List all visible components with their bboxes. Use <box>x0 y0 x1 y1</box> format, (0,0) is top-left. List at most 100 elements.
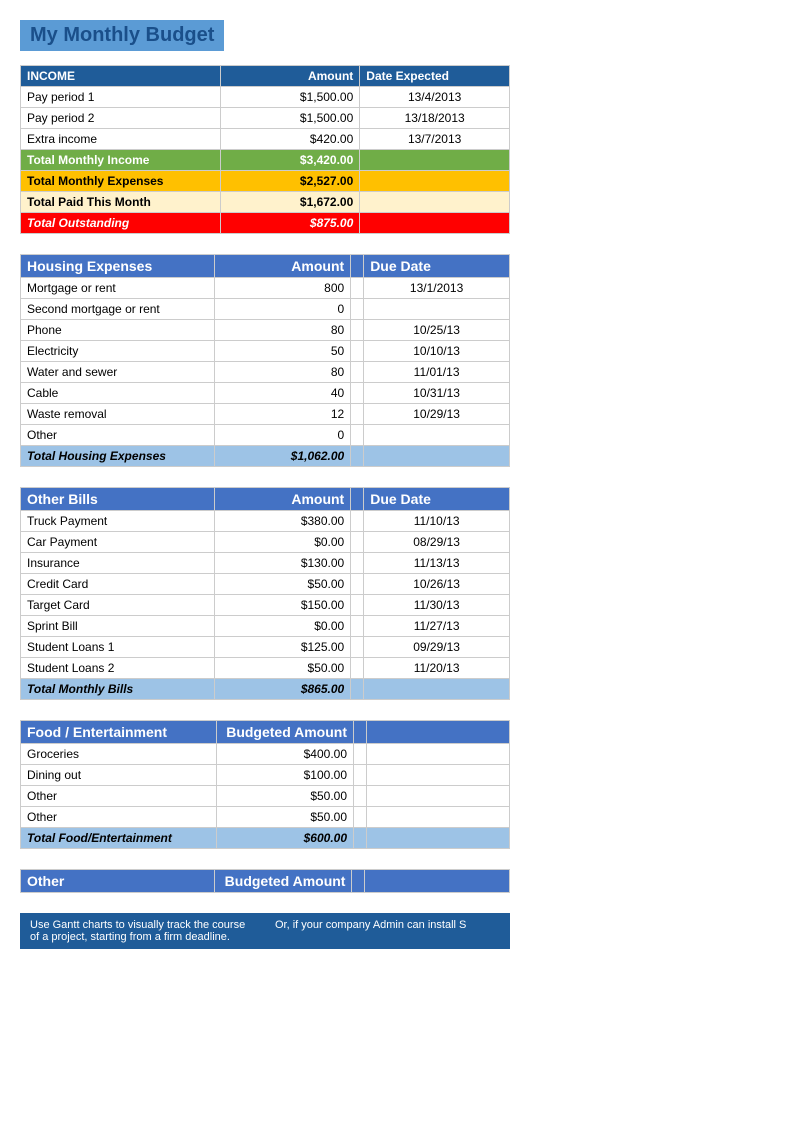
food-row-1: Groceries $400.00 <box>21 744 510 765</box>
other-bills-amount-3: $130.00 <box>214 553 351 574</box>
other-bills-mid-4 <box>351 574 364 595</box>
housing-amount-8: 0 <box>214 425 350 446</box>
other-bills-label-6: Sprint Bill <box>21 616 215 637</box>
other-bills-date-3: 11/13/13 <box>364 553 510 574</box>
housing-label-3: Phone <box>21 320 215 341</box>
other-bills-label-2: Car Payment <box>21 532 215 553</box>
food-header-mid <box>354 721 367 744</box>
food-header-row: Food / Entertainment Budgeted Amount <box>21 721 510 744</box>
housing-date-1: 13/1/2013 <box>364 278 510 299</box>
other-bills-amount-6: $0.00 <box>214 616 351 637</box>
housing-label-1: Mortgage or rent <box>21 278 215 299</box>
housing-table: Housing Expenses Amount Due Date Mortgag… <box>20 254 510 467</box>
other-bills-total-row: Total Monthly Bills $865.00 <box>21 679 510 700</box>
housing-mid-6 <box>351 383 364 404</box>
housing-date-5: 11/01/13 <box>364 362 510 383</box>
income-table: INCOME Amount Date Expected Pay period 1… <box>20 65 510 234</box>
total-paid-amount: $1,672.00 <box>220 192 360 213</box>
other-bills-row-2: Car Payment $0.00 08/29/13 <box>21 532 510 553</box>
other-bills-date-8: 11/20/13 <box>364 658 510 679</box>
other-bills-label-8: Student Loans 2 <box>21 658 215 679</box>
housing-date-8 <box>364 425 510 446</box>
food-empty-4 <box>367 807 510 828</box>
income-section: INCOME Amount Date Expected Pay period 1… <box>20 65 510 234</box>
housing-row-1: Mortgage or rent 800 13/1/2013 <box>21 278 510 299</box>
other-bills-date-2: 08/29/13 <box>364 532 510 553</box>
other-bills-total-date <box>364 679 510 700</box>
housing-amount-7: 12 <box>214 404 350 425</box>
other-bills-mid-3 <box>351 553 364 574</box>
housing-label-5: Water and sewer <box>21 362 215 383</box>
other-bills-amount-1: $380.00 <box>214 511 351 532</box>
total-outstanding-row: Total Outstanding $875.00 <box>21 213 510 234</box>
income-date-3: 13/7/2013 <box>360 129 510 150</box>
housing-row-7: Waste removal 12 10/29/13 <box>21 404 510 425</box>
other-bills-total-mid <box>351 679 364 700</box>
food-total-amount: $600.00 <box>217 828 354 849</box>
housing-total-date <box>364 446 510 467</box>
housing-total-mid <box>351 446 364 467</box>
other-bills-label-7: Student Loans 1 <box>21 637 215 658</box>
housing-amount-3: 80 <box>214 320 350 341</box>
housing-label-2: Second mortgage or rent <box>21 299 215 320</box>
page-title: My Monthly Budget <box>20 20 224 51</box>
other-bills-header-date: Due Date <box>364 488 510 511</box>
other-bills-section: Other Bills Amount Due Date Truck Paymen… <box>20 487 510 700</box>
total-expenses-empty <box>360 171 510 192</box>
housing-mid-4 <box>351 341 364 362</box>
other-bills-row-8: Student Loans 2 $50.00 11/20/13 <box>21 658 510 679</box>
other-bills-header-row: Other Bills Amount Due Date <box>21 488 510 511</box>
income-amount-1: $1,500.00 <box>220 87 360 108</box>
income-row-3: Extra income $420.00 13/7/2013 <box>21 129 510 150</box>
housing-date-2 <box>364 299 510 320</box>
other-bills-total-amount: $865.00 <box>214 679 351 700</box>
other-bills-mid-2 <box>351 532 364 553</box>
housing-header-amount: Amount <box>214 255 350 278</box>
income-amount-2: $1,500.00 <box>220 108 360 129</box>
other-bills-date-5: 11/30/13 <box>364 595 510 616</box>
housing-mid-8 <box>351 425 364 446</box>
food-mid-3 <box>354 786 367 807</box>
food-amount-3: $50.00 <box>217 786 354 807</box>
food-empty-3 <box>367 786 510 807</box>
other-bills-mid-5 <box>351 595 364 616</box>
other-bills-mid-7 <box>351 637 364 658</box>
food-amount-2: $100.00 <box>217 765 354 786</box>
housing-total-amount: $1,062.00 <box>214 446 350 467</box>
food-header-amount: Budgeted Amount <box>217 721 354 744</box>
income-row-2: Pay period 2 $1,500.00 13/18/2013 <box>21 108 510 129</box>
other-bills-row-6: Sprint Bill $0.00 11/27/13 <box>21 616 510 637</box>
total-expenses-row: Total Monthly Expenses $2,527.00 <box>21 171 510 192</box>
housing-row-3: Phone 80 10/25/13 <box>21 320 510 341</box>
total-paid-label: Total Paid This Month <box>21 192 221 213</box>
income-date-2: 13/18/2013 <box>360 108 510 129</box>
housing-label-6: Cable <box>21 383 215 404</box>
housing-mid-2 <box>351 299 364 320</box>
food-label-4: Other <box>21 807 217 828</box>
other-header-label: Other <box>21 870 215 893</box>
food-total-label: Total Food/Entertainment <box>21 828 217 849</box>
housing-mid-7 <box>351 404 364 425</box>
total-income-empty <box>360 150 510 171</box>
housing-header-row: Housing Expenses Amount Due Date <box>21 255 510 278</box>
income-header-label: INCOME <box>21 66 221 87</box>
total-income-label: Total Monthly Income <box>21 150 221 171</box>
other-header-mid <box>352 870 365 893</box>
housing-header-label: Housing Expenses <box>21 255 215 278</box>
other-bills-mid-1 <box>351 511 364 532</box>
income-label-3: Extra income <box>21 129 221 150</box>
other-bills-amount-7: $125.00 <box>214 637 351 658</box>
food-total-row: Total Food/Entertainment $600.00 <box>21 828 510 849</box>
housing-date-3: 10/25/13 <box>364 320 510 341</box>
housing-row-4: Electricity 50 10/10/13 <box>21 341 510 362</box>
food-header-label: Food / Entertainment <box>21 721 217 744</box>
other-header-empty <box>365 870 510 893</box>
income-label-2: Pay period 2 <box>21 108 221 129</box>
food-label-1: Groceries <box>21 744 217 765</box>
income-row-1: Pay period 1 $1,500.00 13/4/2013 <box>21 87 510 108</box>
housing-amount-6: 40 <box>214 383 350 404</box>
housing-row-6: Cable 40 10/31/13 <box>21 383 510 404</box>
housing-amount-2: 0 <box>214 299 350 320</box>
housing-amount-4: 50 <box>214 341 350 362</box>
housing-mid-5 <box>351 362 364 383</box>
